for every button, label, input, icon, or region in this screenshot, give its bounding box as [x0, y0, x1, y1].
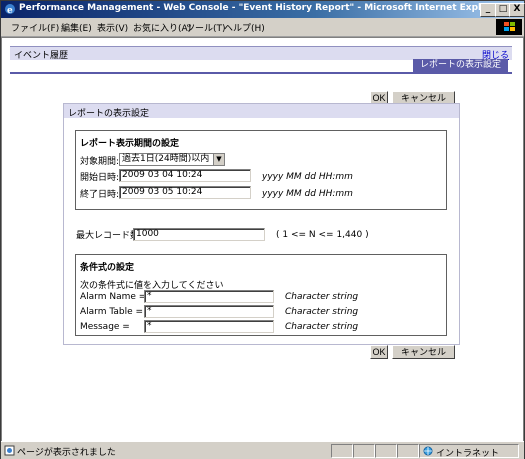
start-datetime-input[interactable]: 2009 03 04 10:24 [119, 169, 251, 182]
title-bar: e Performance Management - Web Console -… [1, 1, 525, 18]
panel-title: レポートの表示設定 [64, 104, 459, 119]
target-period-select[interactable]: 過去1日(24時間)以内 ▼ [119, 153, 225, 166]
end-format-hint: yyyy MM dd HH:mm [262, 189, 353, 199]
target-period-label: 対象期間: [80, 157, 120, 167]
start-datetime-label: 開始日時: [80, 173, 120, 183]
menu-edit[interactable]: 編集(E) [61, 21, 92, 34]
menu-file[interactable]: ファイル(F) [11, 21, 59, 34]
breadcrumb-bar: イベント履歴 閉じる [10, 46, 512, 61]
alarm-name-label: Alarm Name = [80, 292, 147, 302]
zone-text: イントラネット [436, 449, 500, 459]
start-format-hint: yyyy MM dd HH:mm [262, 172, 353, 182]
status-pane [331, 444, 353, 458]
browser-window: e Performance Management - Web Console -… [0, 0, 525, 459]
chevron-down-icon[interactable]: ▼ [213, 154, 224, 165]
max-records-hint: ( 1 <= N <= 1,440 ) [276, 230, 369, 240]
page-done-icon [4, 445, 15, 456]
zone-pane: イントラネット [419, 444, 519, 459]
period-section: レポート表示期間の設定 対象期間: 過去1日(24時間)以内 ▼ 開始日時: 2… [75, 130, 447, 210]
alarm-table-label: Alarm Table = [80, 307, 144, 317]
ok-button-bottom[interactable]: OK [370, 345, 388, 359]
menu-favorites[interactable]: お気に入り(A) [133, 21, 191, 34]
menu-view[interactable]: 表示(V) [97, 21, 128, 34]
cancel-button-bottom[interactable]: キャンセル [392, 345, 455, 359]
max-records-input[interactable]: 1000 [133, 228, 265, 241]
status-pane [375, 444, 397, 458]
menu-help[interactable]: ヘルプ(H) [224, 21, 265, 34]
alarm-name-input[interactable]: * [144, 290, 274, 303]
ie-icon: e [5, 4, 15, 15]
windows-logo-icon [496, 19, 522, 35]
menu-tools[interactable]: ツール(T) [186, 21, 226, 34]
alarm-table-input[interactable]: * [144, 305, 274, 318]
close-window-button[interactable]: X [509, 3, 525, 17]
status-bar: ページが表示されました イントラネット [1, 441, 524, 459]
tab-underline [10, 72, 512, 74]
message-type: Character string [285, 322, 359, 332]
end-datetime-input[interactable]: 2009 03 05 10:24 [119, 186, 251, 199]
alarm-name-type: Character string [285, 292, 359, 302]
alarm-table-type: Character string [285, 307, 359, 317]
conditions-heading: 条件式の設定 [80, 263, 135, 273]
message-label: Message = [80, 322, 130, 332]
minimize-button[interactable]: _ [480, 3, 496, 17]
status-pane [353, 444, 375, 458]
message-input[interactable]: * [144, 320, 274, 333]
tab-display-settings[interactable]: レポートの表示設定 [413, 59, 508, 72]
settings-panel: レポートの表示設定 レポート表示期間の設定 対象期間: 過去1日(24時間)以内… [63, 103, 460, 345]
intranet-icon [423, 446, 433, 456]
conditions-section: 条件式の設定 次の条件式に値を入力してください Alarm Name = * C… [75, 254, 447, 336]
page-content: イベント履歴 閉じる レポートの表示設定 OK キャンセル レポートの表示設定 … [1, 37, 524, 442]
menu-bar: ファイル(F) 編集(E) 表示(V) お気に入り(A) ツール(T) ヘルプ(… [1, 18, 524, 37]
breadcrumb: イベント履歴 [14, 51, 69, 61]
period-heading: レポート表示期間の設定 [80, 139, 180, 149]
window-title: Performance Management - Web Console - "… [19, 3, 503, 13]
status-pane [397, 444, 419, 458]
status-text: ページが表示されました [17, 448, 116, 458]
end-datetime-label: 終了日時: [80, 190, 120, 200]
svg-text:e: e [7, 6, 13, 15]
